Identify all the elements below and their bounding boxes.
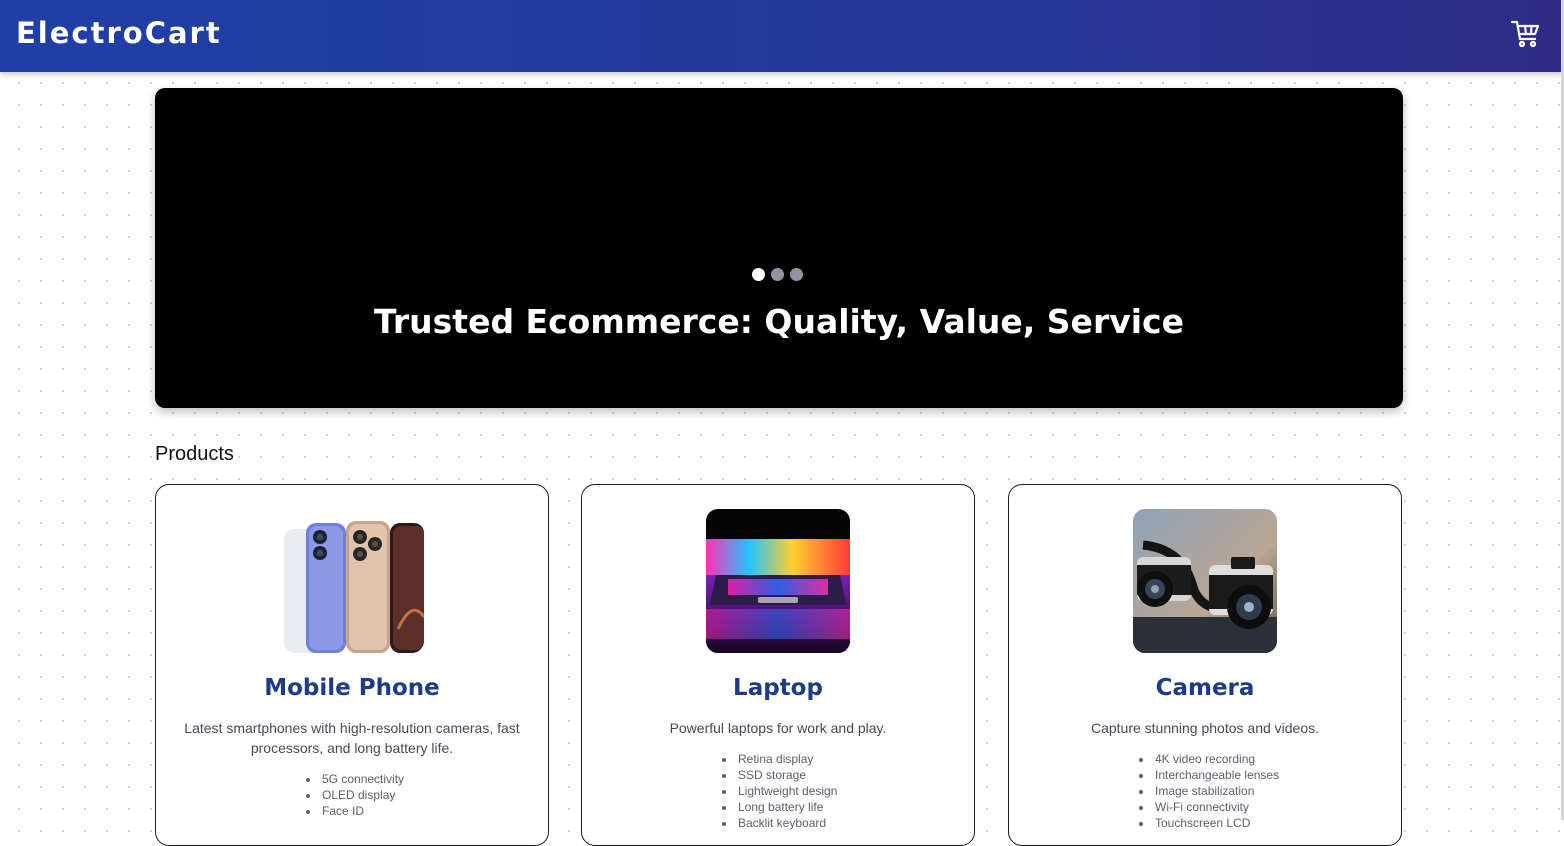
carousel-dots — [752, 268, 803, 281]
feature-item: Wi-Fi connectivity — [1153, 799, 1279, 815]
hero-headline: Trusted Ecommerce: Quality, Value, Servi… — [374, 302, 1184, 341]
feature-item: 4K video recording — [1153, 751, 1279, 767]
hero-banner: Trusted Ecommerce: Quality, Value, Servi… — [155, 88, 1403, 408]
feature-item: Face ID — [320, 803, 404, 819]
navbar: ElectroCart — [0, 0, 1564, 72]
product-image-camera — [1133, 509, 1277, 653]
cart-icon — [1510, 20, 1540, 48]
product-title: Laptop — [733, 675, 823, 701]
product-description: Latest smartphones with high-resolution … — [184, 720, 520, 756]
carousel-dot[interactable] — [752, 268, 765, 281]
product-description: Powerful laptops for work and play. — [669, 720, 887, 736]
feature-item: OLED display — [320, 787, 404, 803]
product-image-phone — [280, 509, 424, 653]
feature-item: Retina display — [736, 751, 837, 767]
product-card-camera[interactable]: Camera Capture stunning photos and video… — [1008, 484, 1402, 846]
feature-item: SSD storage — [736, 767, 837, 783]
product-description: Capture stunning photos and videos. — [1090, 720, 1320, 736]
feature-list: 5G connectivity OLED display Face ID — [304, 771, 404, 819]
carousel-dot[interactable] — [790, 268, 803, 281]
product-card-mobile-phone[interactable]: Mobile Phone Latest smartphones with hig… — [155, 484, 549, 846]
feature-item: Lightweight design — [736, 783, 837, 799]
product-title: Camera — [1155, 675, 1255, 701]
feature-item: Long battery life — [736, 799, 837, 815]
feature-list: Retina display SSD storage Lightweight d… — [720, 751, 837, 831]
brand-logo[interactable]: ElectroCart — [16, 16, 222, 50]
feature-list: 4K video recording Interchangeable lense… — [1137, 751, 1279, 831]
feature-item: 5G connectivity — [320, 771, 404, 787]
feature-item: Interchangeable lenses — [1153, 767, 1279, 783]
feature-item: Backlit keyboard — [736, 815, 837, 831]
cart-button[interactable] — [1508, 16, 1542, 50]
products-heading: Products — [155, 443, 234, 465]
product-image-laptop — [706, 509, 850, 653]
feature-item: Touchscreen LCD — [1153, 815, 1279, 831]
feature-item: Image stabilization — [1153, 783, 1279, 799]
product-title: Mobile Phone — [264, 675, 440, 701]
product-card-laptop[interactable]: Laptop Powerful laptops for work and pla… — [581, 484, 975, 846]
carousel-dot[interactable] — [771, 268, 784, 281]
